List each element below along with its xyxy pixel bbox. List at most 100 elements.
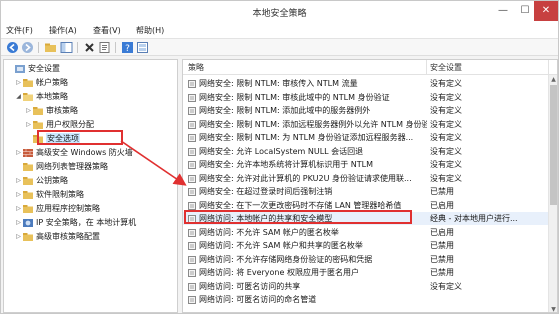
policy-setting: 没有定义 <box>430 160 462 169</box>
tree-node-label: 软件限制策略 <box>36 190 84 199</box>
tree-arrow[interactable]: ▷ <box>15 217 22 229</box>
up-folder-icon[interactable] <box>44 41 57 54</box>
policy-row[interactable]: 网络安全: 允许对此计算机的 PKU2U 身份验证请求使用联... 没有定义 <box>183 172 557 185</box>
tree-node-software-restriction[interactable]: ▷ 软件限制策略 <box>15 189 84 201</box>
toolbar-separator <box>38 42 39 53</box>
policy-name: 网络访问: 可匿名访问的命名管道 <box>199 295 317 304</box>
column-divider[interactable] <box>426 60 427 75</box>
menu-view[interactable]: 查看(V) <box>93 25 121 36</box>
tree-arrow[interactable]: ▷ <box>15 77 22 89</box>
tree-node-app-control[interactable]: ▷ 应用程序控制策略 <box>15 203 100 215</box>
policy-list-pane: 策略 安全设置 网络安全: 限制 NTLM: 审核传入 NTLM 流量 没有定义网… <box>182 59 558 313</box>
policy-icon <box>188 161 196 169</box>
tree-arrow[interactable]: ▷ <box>15 231 22 243</box>
tree-arrow[interactable]: ▷ <box>15 147 22 159</box>
policy-name: 网络访问: 不允许 SAM 帐户的匿名枚举 <box>199 227 339 237</box>
policy-name: 网络安全: 允许 LocalSystem NULL 会话回退 <box>199 146 364 156</box>
menu-bar: 文件(F) 操作(A) 查看(V) 帮助(H) <box>1 23 558 38</box>
tree-arrow[interactable]: ▷ <box>25 105 32 117</box>
minimize-button[interactable]: — <box>492 1 514 21</box>
policy-setting: 已禁用 <box>430 241 454 250</box>
tree-node-label: 公钥策略 <box>36 176 68 185</box>
policy-row[interactable]: 网络访问: 可匿名访问的命名管道 <box>183 293 557 306</box>
policy-row[interactable]: 网络访问: 不允许 SAM 帐户的匿名枚举 已启用 <box>183 226 557 239</box>
tree-node-public-key[interactable]: ▷ 公钥策略 <box>15 175 68 187</box>
column-divider[interactable] <box>548 60 549 75</box>
policy-setting: 没有定义 <box>430 133 462 142</box>
tree-node-ip-security[interactable]: ▷ IP 安全策略，在 本地计算机 <box>15 217 136 229</box>
policy-icon <box>188 174 196 183</box>
local-security-policy-window: 本地安全策略 — ☐ ✕ 文件(F) 操作(A) 查看(V) 帮助(H) ? 安… <box>0 0 559 314</box>
menu-action[interactable]: 操作(A) <box>49 25 77 36</box>
policy-setting: 已启用 <box>430 227 454 237</box>
annotation-box-highlighted-row <box>184 210 412 224</box>
folder-icon <box>33 121 43 129</box>
policy-setting: 没有定义 <box>430 146 462 156</box>
forward-icon[interactable] <box>21 41 34 54</box>
policy-icon <box>188 282 196 291</box>
window-title: 本地安全策略 <box>252 9 307 19</box>
policy-name: 网络安全: 限制 NTLM: 为 NTLM 身份验证添加远程服务器... <box>199 133 414 142</box>
scroll-thumb[interactable] <box>550 85 557 205</box>
tree-arrow[interactable]: ▷ <box>25 119 32 131</box>
scroll-down-icon[interactable]: ▼ <box>549 305 557 312</box>
menu-help[interactable]: 帮助(H) <box>136 25 164 36</box>
policy-name: 网络安全: 允许对此计算机的 PKU2U 身份验证请求使用联... <box>199 173 412 183</box>
back-icon[interactable] <box>6 41 19 54</box>
folder-icon <box>23 205 33 213</box>
properties-icon[interactable] <box>98 41 111 54</box>
folder-open-icon <box>23 93 33 101</box>
view-icon[interactable] <box>136 41 149 54</box>
show-tree-icon[interactable] <box>60 41 73 54</box>
svg-text:?: ? <box>125 44 130 54</box>
tree-node-security-settings[interactable]: 安全设置 <box>7 63 60 75</box>
tree-node-advanced-audit[interactable]: ▷ 高级审核策略配置 <box>15 231 100 243</box>
policy-row[interactable]: 网络安全: 在超过登录时间后强制注销 已禁用 <box>183 185 557 198</box>
policy-row[interactable]: 网络安全: 限制 NTLM: 审核传入 NTLM 流量 没有定义 <box>183 77 557 90</box>
policy-setting: 已禁用 <box>430 187 454 196</box>
tree-node-label: 高级安全 Windows 防火墙 <box>36 148 133 157</box>
tree-node-label: IP 安全策略，在 本地计算机 <box>36 218 137 227</box>
policy-icon <box>188 93 196 102</box>
column-header-setting[interactable]: 安全设置 <box>430 62 462 73</box>
tree-arrow[interactable]: ▷ <box>15 189 22 201</box>
policy-name: 网络安全: 限制 NTLM: 审核此域中的 NTLM 身份验证 <box>199 92 390 102</box>
tree-node-windows-firewall[interactable]: ▷ 高级安全 Windows 防火墙 <box>15 147 133 159</box>
maximize-button[interactable]: ☐ <box>514 1 536 21</box>
policy-row[interactable]: 网络访问: 可匿名访问的共享 没有定义 <box>183 280 557 293</box>
delete-icon[interactable] <box>83 41 96 54</box>
ip-security-icon <box>23 219 33 227</box>
policy-row[interactable]: 网络安全: 限制 NTLM: 审核此域中的 NTLM 身份验证 没有定义 <box>183 91 557 104</box>
tree-arrow[interactable]: ◢ <box>15 91 22 103</box>
policy-row[interactable]: 网络访问: 不允许 SAM 帐户和共享的匿名枚举 已禁用 <box>183 239 557 252</box>
scroll-up-icon[interactable]: ▲ <box>549 75 557 84</box>
policy-setting: 没有定义 <box>430 173 462 183</box>
tree-node-label: 帐户策略 <box>36 78 68 87</box>
tree-node-label: 本地策略 <box>36 92 68 101</box>
policy-row[interactable]: 网络安全: 限制 NTLM: 添加远程服务器例外以允许 NTLM 身份验证 没有定… <box>183 118 557 131</box>
policy-icon <box>188 147 196 156</box>
tree-node-local-policies[interactable]: ◢ 本地策略 <box>15 91 68 103</box>
policy-row[interactable]: 网络安全: 限制 NTLM: 添加此域中的服务器例外 没有定义 <box>183 104 557 117</box>
column-header-policy[interactable]: 策略 <box>188 62 204 73</box>
policy-name: 网络安全: 限制 NTLM: 添加远程服务器例外以允许 NTLM 身份验证 <box>199 119 427 129</box>
policy-name: 网络安全: 限制 NTLM: 添加此域中的服务器例外 <box>199 106 371 115</box>
policy-row[interactable]: 网络安全: 限制 NTLM: 为 NTLM 身份验证添加远程服务器... 没有定义 <box>183 131 557 144</box>
policy-name: 网络访问: 将 Everyone 权限应用于匿名用户 <box>199 268 359 277</box>
tree-node-audit-policy[interactable]: ▷ 审核策略 <box>25 105 78 117</box>
policy-row[interactable]: 网络访问: 将 Everyone 权限应用于匿名用户 已禁用 <box>183 266 557 279</box>
policy-setting: 已启用 <box>430 200 454 210</box>
tree-node-account-policies[interactable]: ▷ 帐户策略 <box>15 77 68 89</box>
tree-node-network-list[interactable]: 网络列表管理器策略 <box>15 161 108 173</box>
policy-row[interactable]: 网络访问: 不允许存储网络身份验证的密码和凭据 已禁用 <box>183 253 557 266</box>
tree-arrow[interactable]: ▷ <box>15 175 22 187</box>
menu-file[interactable]: 文件(F) <box>6 25 33 36</box>
tree-arrow[interactable]: ▷ <box>15 203 22 215</box>
policy-row[interactable]: 网络安全: 允许本地系统将计算机标识用于 NTLM 没有定义 <box>183 158 557 171</box>
policy-row[interactable]: 网络安全: 允许 LocalSystem NULL 会话回退 没有定义 <box>183 145 557 158</box>
vertical-scrollbar[interactable]: ▲ ▼ <box>548 75 557 312</box>
help-icon[interactable]: ? <box>121 41 134 54</box>
policy-icon <box>188 269 196 277</box>
close-button[interactable]: ✕ <box>534 1 558 21</box>
policy-icon <box>188 242 196 250</box>
